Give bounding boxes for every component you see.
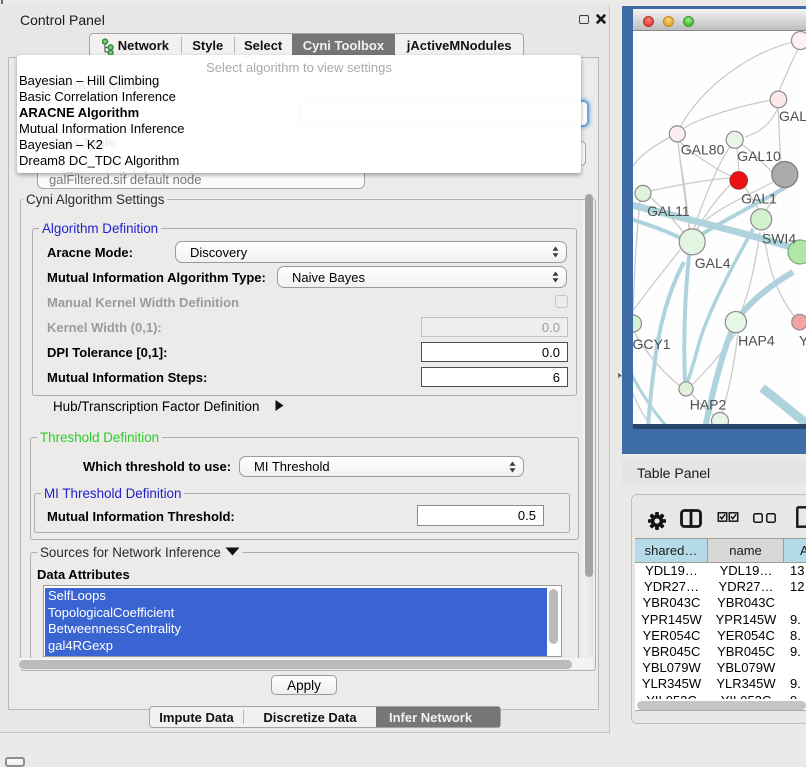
svg-text:GAL80: GAL80: [681, 142, 725, 158]
svg-text:GAL11: GAL11: [647, 203, 690, 219]
svg-text:HAP4: HAP4: [738, 333, 775, 349]
svg-text:GAL1: GAL1: [741, 191, 777, 207]
svg-text:GCY1: GCY1: [633, 336, 671, 352]
svg-text:HAP2: HAP2: [690, 397, 727, 413]
svg-text:GAL10: GAL10: [737, 148, 781, 164]
svg-text:GAL7: GAL7: [779, 108, 806, 124]
svg-text:GAL4: GAL4: [695, 255, 731, 271]
svg-text:YI: YI: [799, 333, 806, 349]
svg-text:SWI4: SWI4: [762, 231, 796, 247]
